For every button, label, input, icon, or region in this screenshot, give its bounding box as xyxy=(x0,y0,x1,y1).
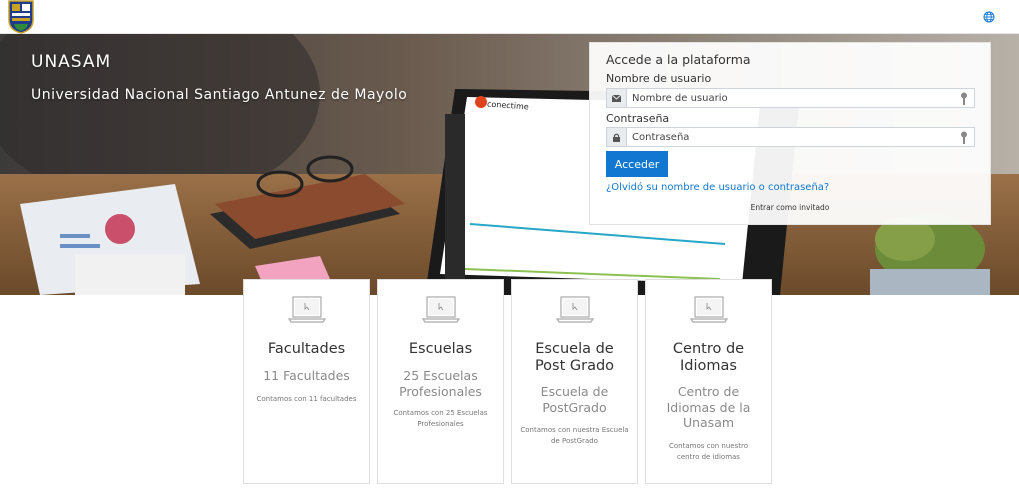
card-title: Escuela de Post Grado xyxy=(534,341,615,374)
laptop-icon xyxy=(689,296,729,323)
password-manager-key-icon[interactable] xyxy=(960,92,968,105)
card-facultades[interactable]: Facultades 11 Facultades Contamos con 11… xyxy=(243,279,370,484)
hero-title: UNASAM xyxy=(31,52,112,72)
login-button[interactable]: Acceder xyxy=(606,151,668,177)
university-logo-icon[interactable] xyxy=(7,0,35,34)
card-escuelas[interactable]: Escuelas 25 Escuelas Profesionales Conta… xyxy=(377,279,504,484)
lock-icon xyxy=(607,128,627,146)
top-navbar xyxy=(0,0,1019,34)
password-manager-key-icon[interactable] xyxy=(960,131,968,144)
username-field[interactable] xyxy=(606,88,975,108)
forgot-password-link[interactable]: ¿Olvidó su nombre de usuario o contraseñ… xyxy=(606,182,829,193)
card-description: Contamos con 11 facultades xyxy=(256,395,357,403)
password-field[interactable] xyxy=(606,127,975,147)
password-input[interactable] xyxy=(632,129,952,145)
card-subtitle: Escuela de PostGrado xyxy=(540,384,609,415)
hero-subtitle: Universidad Nacional Santiago Antunez de… xyxy=(31,87,408,103)
login-heading: Accede a la plataforma xyxy=(606,52,751,67)
card-title: Escuelas xyxy=(408,341,473,357)
username-input[interactable] xyxy=(632,90,952,106)
card-description: Contamos con 25 Escuelas Profesionales xyxy=(393,409,488,428)
card-title: Facultades xyxy=(267,341,346,357)
globe-icon[interactable] xyxy=(983,11,995,23)
laptop-icon xyxy=(421,296,461,323)
password-label: Contraseña xyxy=(606,112,670,125)
card-description: Contamos con nuestra Escuela de PostGrad… xyxy=(520,426,629,445)
card-subtitle: Centro de Idiomas de la Unasam xyxy=(666,384,751,430)
card-subtitle: 11 Facultades xyxy=(263,368,350,383)
laptop-icon xyxy=(555,296,595,323)
card-description: Contamos con nuestro centro de idiomas xyxy=(669,442,748,461)
card-idiomas[interactable]: Centro de Idiomas Centro de Idiomas de l… xyxy=(645,279,772,484)
username-label: Nombre de usuario xyxy=(606,72,712,85)
laptop-icon xyxy=(287,296,327,323)
card-postgrado[interactable]: Escuela de Post Grado Escuela de PostGra… xyxy=(511,279,638,484)
login-panel: Accede a la plataforma Nombre de usuario… xyxy=(589,42,991,225)
card-subtitle: 25 Escuelas Profesionales xyxy=(399,368,482,399)
card-title: Centro de Idiomas xyxy=(672,341,745,374)
envelope-icon xyxy=(607,89,627,107)
guest-login-link[interactable]: Entrar como invitado xyxy=(590,203,990,212)
